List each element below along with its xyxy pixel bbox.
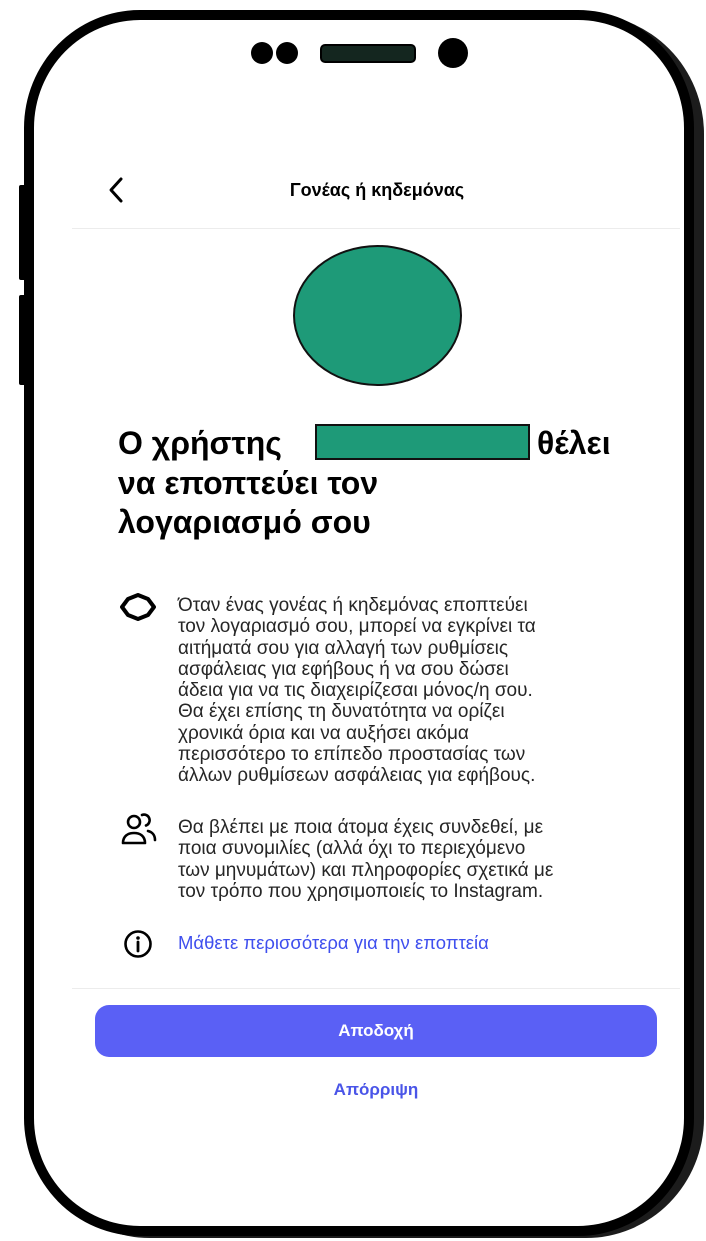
page-title: Γονέας ή κηδεμόνας — [289, 180, 465, 200]
heading-part2: θέλει — [537, 425, 611, 461]
earpiece-speaker — [320, 44, 416, 63]
text-line: τον τρόπο που χρησιμοποιείς το Instagram… — [178, 880, 544, 902]
accept-button-label: Αποδοχή — [338, 1021, 414, 1040]
text-line: Όταν ένας γονέας ή κηδεμόνας εποπτεύει — [178, 595, 528, 616]
people-icon — [121, 813, 157, 845]
front-camera — [438, 38, 468, 68]
heading-part1: Ο χρήστης — [118, 425, 282, 461]
text-line: τον λογαριασμό σου, μπορεί να εγκρίνει τ… — [178, 616, 536, 638]
text-line: άλλων ρυθμίσεων ασφάλειας για εφήβους. — [178, 765, 536, 787]
text-line: άδεια για να τις διαχειρίζεσαι μόνος/η σ… — [178, 680, 533, 702]
supervision-description: Όταν ένας γονέας ή κηδεμόνας εποπτεύει τ… — [178, 595, 536, 787]
text-line: ποια συνομιλίες (αλλά όχι το περιεχόμενο — [178, 838, 526, 860]
heading-line3: λογαριασμό σου — [118, 504, 371, 540]
text-line: ασφάλειας για εφήβους ή να σου δώσει — [178, 658, 509, 680]
text-line: αιτήματά σου για αλλαγή των ρυθμίσεις — [178, 637, 509, 659]
footer-divider — [72, 988, 680, 989]
text-line: Θα βλέπει με ποια άτομα έχεις συνδεθεί, … — [178, 817, 544, 838]
accept-button[interactable]: Αποδοχή — [95, 1005, 657, 1057]
visibility-description: Θα βλέπει με ποια άτομα έχεις συνδεθεί, … — [178, 817, 553, 902]
sensor-dot — [276, 42, 298, 64]
text-line: των μηνυμάτων) και πληροφορίες σχετικά μ… — [178, 859, 554, 881]
supervision-badge-icon — [120, 593, 156, 621]
text-line: Θα έχει επίσης τη δυνατότητα να ορίζει — [178, 701, 505, 723]
header-divider — [72, 228, 680, 229]
avatar — [293, 245, 462, 386]
learn-more-link[interactable]: Μάθετε περισσότερα για την εποπτεία — [178, 931, 489, 955]
redacted-username — [315, 424, 530, 460]
info-icon — [124, 930, 152, 958]
text-line: χρονικά όρια και να αυξήσει ακόμα — [178, 722, 469, 744]
heading-line2: να εποπτεύει τον — [118, 465, 379, 501]
text-line: περισσότερο το επίπεδο προστασίας των — [178, 744, 526, 766]
sensor-dot — [251, 42, 273, 64]
decline-link[interactable]: Απόρριψη — [95, 1078, 657, 1102]
